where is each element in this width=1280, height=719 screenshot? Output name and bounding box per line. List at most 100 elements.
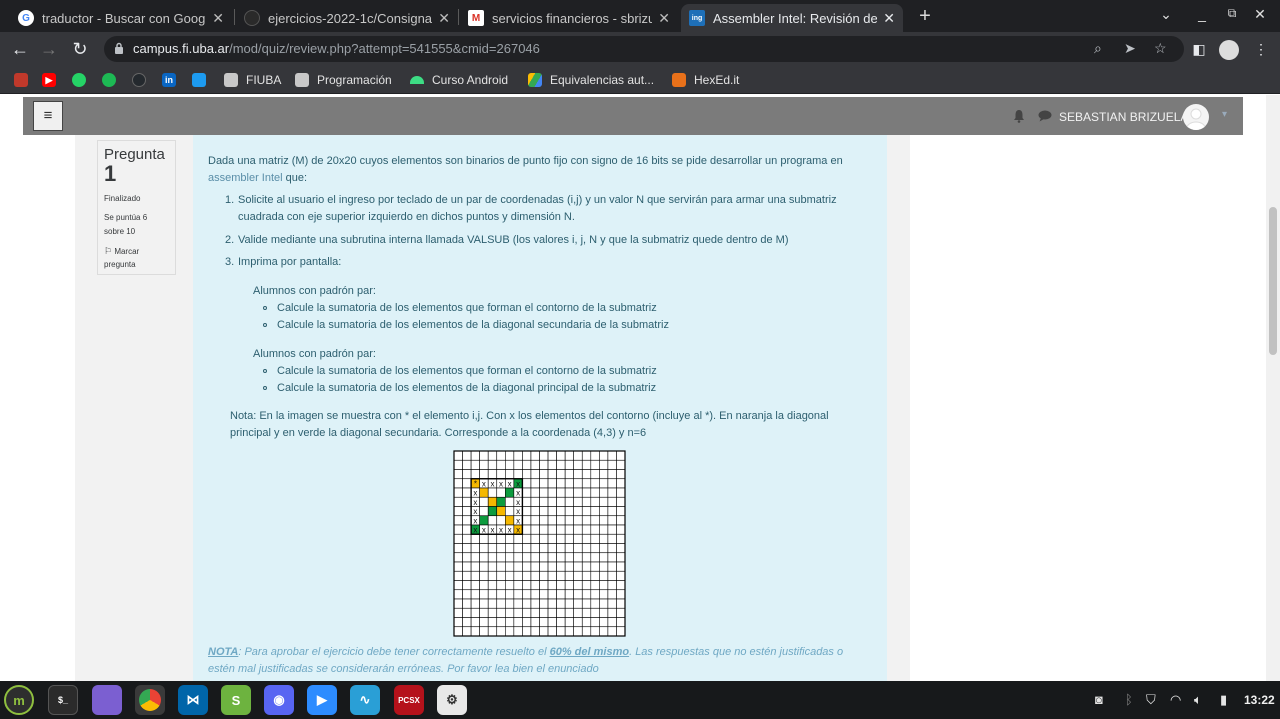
chevron-down-icon[interactable]: ▾ — [1222, 109, 1227, 120]
zoom-icon[interactable]: ⌕ — [1094, 40, 1102, 57]
new-tab-button[interactable]: + — [914, 6, 936, 28]
discord-tray-icon[interactable]: ◙ — [1095, 692, 1103, 707]
lock-icon — [115, 42, 123, 54]
close-icon[interactable]: ✕ — [438, 10, 450, 27]
matrix-cell — [599, 617, 609, 628]
monitor-icon[interactable]: ∿ — [350, 685, 380, 715]
matrix-cell — [599, 533, 609, 544]
profile-avatar[interactable] — [1218, 38, 1240, 61]
reload-button[interactable]: ↻ — [69, 38, 91, 60]
matrix-cell — [573, 478, 583, 489]
matrix-cell — [547, 580, 557, 591]
matrix-cell — [522, 543, 532, 554]
matrix-cell — [573, 459, 583, 470]
user-name[interactable]: SEBASTIAN BRIZUELA — [1059, 110, 1188, 124]
matrix-cell — [453, 506, 463, 517]
chrome-icon[interactable] — [135, 685, 165, 715]
shield-icon[interactable]: ⛉ — [1146, 692, 1156, 708]
battery-icon[interactable]: ▮ — [1220, 692, 1227, 708]
tab-github[interactable]: ejercicios-2022-1c/Consigna.m ✕ — [236, 4, 458, 32]
bookmark-equivalencias[interactable]: Equivalencias aut... — [528, 72, 654, 88]
close-icon[interactable]: ✕ — [212, 10, 224, 27]
matrix-cell — [496, 459, 506, 470]
wifi-icon[interactable]: ◠ — [1170, 692, 1181, 708]
matrix-cell — [504, 459, 515, 470]
sts-icon[interactable]: S — [221, 685, 251, 715]
avatar[interactable] — [1183, 104, 1209, 130]
drawer-toggle-button[interactable]: ≡ — [33, 101, 63, 131]
page-viewport: ≡ SEBASTIAN BRIZUELA ▾ Pregunta 1 Finali… — [0, 95, 1280, 681]
vscode-icon[interactable]: ⋈ — [178, 685, 208, 715]
matrix-cell — [556, 607, 566, 618]
matrix-cell — [556, 496, 566, 507]
assembler-intel-link[interactable]: assembler Intel — [208, 172, 283, 184]
bookmark-fiuba[interactable]: FIUBA — [224, 72, 281, 88]
close-window-button[interactable]: ✕ — [1250, 6, 1270, 23]
files-icon[interactable] — [92, 685, 122, 715]
matrix-cell — [564, 496, 575, 507]
bookmark-whatsapp[interactable] — [72, 72, 94, 88]
matrix-cell — [564, 459, 575, 470]
matrix-cell — [581, 496, 592, 507]
bookmark-linkedin[interactable]: in — [162, 72, 184, 88]
matrix-cell — [522, 589, 532, 600]
matrix-cell — [599, 570, 609, 581]
tab-assembler-intel[interactable]: ing Assembler Intel: Revisión del i ✕ — [681, 4, 903, 32]
menu-icon[interactable]: ⋮ — [1250, 38, 1272, 60]
group-item: Calcule la sumatoria de los elementos de… — [277, 382, 657, 394]
address-bar[interactable]: campus.fi.uba.ar/mod/quiz/review.php?att… — [104, 36, 1184, 62]
back-button[interactable]: ← — [9, 38, 31, 60]
send-icon[interactable]: ➤ — [1124, 40, 1136, 57]
sidepanel-icon[interactable]: ◧ — [1188, 38, 1210, 60]
matrix-cell — [530, 469, 540, 480]
bookmark-twitter[interactable] — [192, 72, 214, 88]
matrix-cell — [530, 459, 540, 470]
tab-title: servicios financieros - sbrizuel — [492, 10, 653, 26]
forward-button[interactable]: → — [38, 38, 60, 60]
bell-icon[interactable] — [1013, 109, 1025, 123]
settings-icon[interactable]: ⚙ — [437, 685, 467, 715]
terminal-icon[interactable]: $_ — [48, 685, 78, 715]
bookmark-programacion[interactable]: Programación — [295, 72, 392, 88]
matrix-cell — [547, 589, 557, 600]
close-icon[interactable]: ✕ — [883, 10, 895, 27]
matrix-cell — [530, 543, 540, 554]
discord-icon[interactable]: ◉ — [264, 685, 294, 715]
matrix-cell — [599, 478, 609, 489]
minimize-button[interactable]: _ — [1192, 6, 1212, 22]
pcsx-icon[interactable]: PCSX — [394, 685, 424, 715]
matrix-cell — [590, 533, 600, 544]
matrix-cell — [453, 580, 463, 591]
bookmark-spotify[interactable] — [102, 72, 124, 88]
bookmark-curso-android[interactable]: Curso Android — [410, 72, 508, 88]
note-text: principal y en verde la diagonal secunda… — [230, 427, 647, 439]
bookmark-app1[interactable] — [14, 72, 36, 88]
zoom-icon[interactable]: ▶ — [307, 685, 337, 715]
matrix-cell — [522, 469, 532, 480]
scrollbar[interactable] — [1266, 95, 1280, 681]
mint-menu-icon[interactable]: m — [4, 685, 34, 715]
bookmark-github[interactable] — [132, 72, 154, 88]
scroll-thumb[interactable] — [1269, 207, 1277, 355]
tab-google[interactable]: G traductor - Buscar con Google ✕ — [10, 4, 232, 32]
bluetooth-icon[interactable]: ᛒ — [1125, 692, 1133, 707]
tab-separator — [458, 9, 459, 25]
volume-icon[interactable]: 🔈︎ — [1194, 692, 1202, 708]
tab-search-icon[interactable]: ⌄ — [1156, 6, 1176, 23]
maximize-button[interactable]: ⧉ — [1222, 6, 1242, 21]
chat-icon[interactable] — [1038, 110, 1052, 122]
tab-gmail[interactable]: M servicios financieros - sbrizuel ✕ — [460, 4, 678, 32]
matrix-cell — [590, 487, 600, 498]
bookmark-youtube[interactable]: ▶ — [42, 72, 64, 88]
close-icon[interactable]: ✕ — [658, 10, 670, 27]
matrix-cell — [616, 450, 626, 461]
matrix-cell — [539, 589, 549, 600]
bookmark-hexed[interactable]: HexEd.it — [672, 72, 739, 88]
matrix-cell — [453, 626, 463, 637]
star-icon[interactable]: ☆ — [1154, 40, 1167, 57]
matrix-cell — [599, 607, 609, 618]
matrix-cell — [581, 607, 592, 618]
matrix-cell — [462, 533, 472, 544]
flag-question-link[interactable]: ⚐ Marcar pregunta — [104, 245, 169, 271]
clock: 13:22 — [1244, 693, 1275, 707]
